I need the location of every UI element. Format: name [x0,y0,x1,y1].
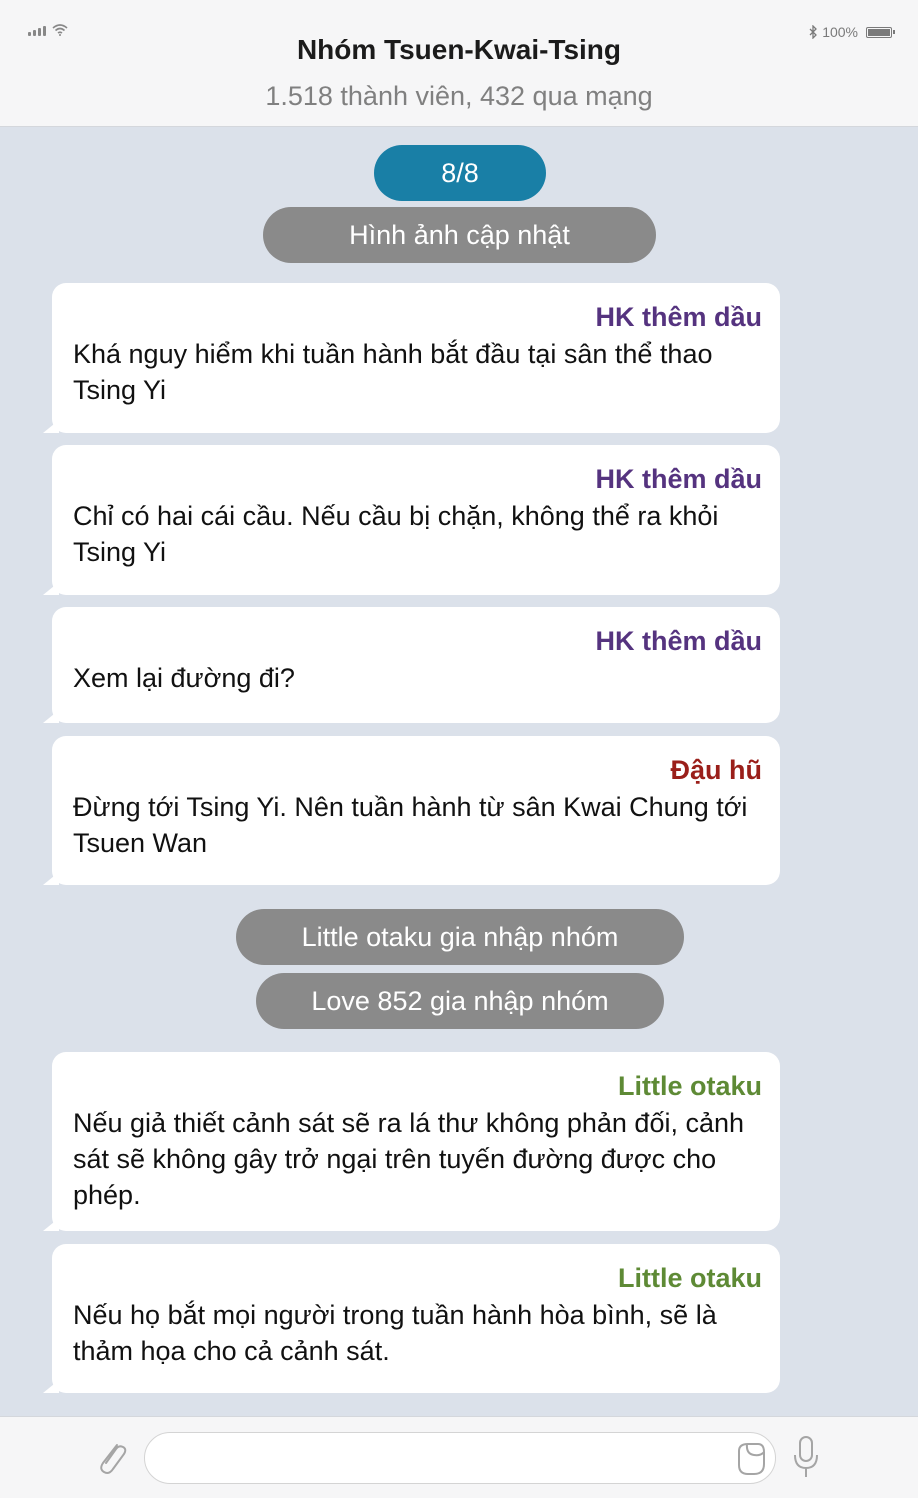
message-text: Nếu họ bắt mọi người trong tuần hành hòa… [73,1300,717,1366]
message-text: Chỉ có hai cái cầu. Nếu cầu bị chặn, khô… [73,501,719,567]
member-count: 1.518 thành viên, 432 qua mạng [265,81,653,111]
message-sender: Little otaku [617,1071,762,1101]
message-text: Đừng tới Tsing Yi. Nên tuần hành từ sân … [73,792,748,858]
system-message-join: Love 852 gia nhập nhóm [256,973,664,1029]
message-input[interactable] [144,1432,776,1484]
message-sender: Đậu hũ [670,755,763,785]
message-bubble[interactable]: Đậu hũ Đừng tới Tsing Yi. Nên tuần hành … [43,736,780,885]
message-sender: HK thêm dầu [595,464,762,494]
message-sender: Little otaku [617,1263,762,1293]
chat-header: 100% Nhóm Tsuen-Kwai-Tsing 1.518 thành v… [0,0,918,127]
message-sender: HK thêm dầu [595,302,762,332]
system-message-join: Little otaku gia nhập nhóm [236,909,684,965]
sticker-icon[interactable] [734,1441,766,1477]
microphone-icon[interactable] [792,1435,820,1481]
page-indicator: 8/8 [374,145,546,201]
group-title[interactable]: Nhóm Tsuen-Kwai-Tsing [0,34,918,66]
message-sender: HK thêm dầu [595,626,762,656]
message-text: Khá nguy hiểm khi tuần hành bắt đầu tại … [73,339,713,405]
message-bubble[interactable]: HK thêm dầu Xem lại đường đi? [43,607,780,723]
message-text: Nếu giả thiết cảnh sát sẽ ra lá thư khôn… [73,1108,745,1210]
message-text: Xem lại đường đi? [73,663,295,693]
message-bubble[interactable]: HK thêm dầu Khá nguy hiểm khi tuần hành … [43,283,780,433]
message-bubble[interactable]: Little otaku Nếu họ bắt mọi người trong … [43,1244,780,1393]
paperclip-icon[interactable] [95,1437,129,1479]
message-bubble[interactable]: Little otaku Nếu giả thiết cảnh sát sẽ r… [43,1052,780,1231]
message-composer [0,1416,918,1498]
system-message-photo-update: Hình ảnh cập nhật [263,207,656,263]
message-bubble[interactable]: HK thêm dầu Chỉ có hai cái cầu. Nếu cầu … [43,445,780,595]
